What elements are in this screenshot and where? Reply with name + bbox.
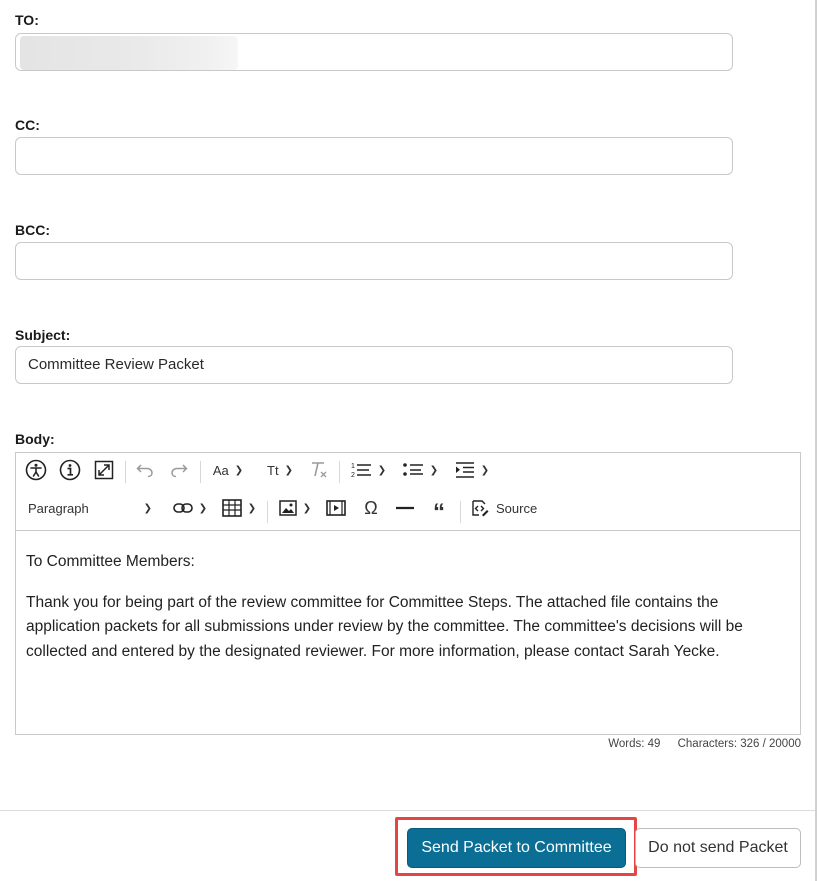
image-icon	[279, 500, 297, 516]
quote-icon: “	[433, 499, 445, 526]
to-field[interactable]	[15, 33, 733, 71]
numbered-list-icon: 12	[351, 463, 371, 479]
editor-toolbar: Aa ❯ Tt ❯ 12 ❯ ❯ ❯ Paragraph ❯ ❯ ❯ ❯ Ω “…	[16, 453, 800, 531]
editor-paragraph: Thank you for being part of the review c…	[26, 593, 743, 660]
chevron-down-icon: ❯	[284, 464, 293, 476]
svg-text:2: 2	[351, 472, 355, 479]
redo-icon	[171, 464, 188, 478]
heading-select-value: Paragraph	[28, 500, 89, 516]
chevron-down-icon: ❯	[247, 502, 257, 514]
remove-format-icon	[312, 462, 327, 478]
bcc-label: BCC:	[15, 222, 50, 238]
subject-label: Subject:	[15, 327, 71, 343]
media-embed-icon	[326, 500, 346, 516]
omega-icon: Ω	[364, 497, 378, 518]
undo-icon	[136, 464, 153, 478]
special-characters-button[interactable]: Ω	[358, 493, 384, 523]
editor-paragraph: To Committee Members:	[26, 553, 195, 570]
redo-button[interactable]	[166, 455, 192, 485]
chevron-down-icon: ❯	[480, 464, 490, 476]
bcc-field[interactable]	[15, 242, 733, 280]
rich-text-editor: Aa ❯ Tt ❯ 12 ❯ ❯ ❯ Paragraph ❯ ❯ ❯ ❯ Ω “…	[15, 452, 801, 735]
chevron-down-icon: ❯	[143, 502, 152, 514]
block-quote-button[interactable]: “	[426, 493, 452, 526]
toolbar-separator	[339, 461, 340, 483]
chevron-down-icon: ❯	[377, 464, 387, 476]
remove-format-button[interactable]	[306, 455, 332, 485]
chevron-down-icon: ❯	[302, 502, 312, 514]
link-dropdown[interactable]: ❯	[170, 493, 210, 523]
maximize-icon	[94, 460, 114, 480]
do-not-send-button[interactable]: Do not send Packet	[635, 828, 801, 868]
text-transform-label: Tt	[267, 462, 279, 478]
font-size-label: Aa	[212, 462, 229, 478]
svg-text:1: 1	[351, 463, 355, 470]
toolbar-separator	[460, 501, 461, 523]
toolbar-row-1: Aa ❯ Tt ❯ 12 ❯ ❯ ❯	[16, 455, 800, 493]
table-icon	[221, 499, 242, 517]
indent-icon	[455, 462, 474, 478]
text-transform-dropdown[interactable]: Tt ❯	[260, 455, 300, 485]
send-packet-button[interactable]: Send Packet to Committee	[407, 828, 626, 868]
chevron-down-icon: ❯	[429, 464, 439, 476]
editor-content[interactable]: To Committee Members: Thank you for bein…	[16, 531, 800, 734]
image-dropdown[interactable]: ❯	[274, 493, 316, 523]
source-button[interactable]: Source	[470, 493, 544, 523]
maximize-button[interactable]	[90, 455, 118, 485]
source-label: Source	[496, 500, 538, 516]
chevron-down-icon: ❯	[198, 502, 208, 514]
info-icon	[59, 459, 81, 481]
body-label: Body:	[15, 431, 55, 447]
character-count: Characters: 326 / 20000	[677, 738, 801, 750]
accessibility-icon	[25, 459, 47, 481]
toolbar-row-2: Paragraph ❯ ❯ ❯ ❯ Ω “ Source	[16, 493, 800, 531]
toolbar-separator	[200, 461, 201, 483]
bulleted-list-icon	[402, 463, 423, 476]
redacted-recipient	[20, 36, 238, 70]
horizontal-line-button[interactable]	[392, 493, 418, 523]
chevron-down-icon: ❯	[234, 464, 244, 476]
indent-dropdown[interactable]: ❯	[450, 455, 494, 485]
word-count: Words: 49	[608, 738, 661, 750]
toolbar-separator	[125, 461, 126, 483]
subject-field[interactable]: Committee Review Packet	[15, 346, 733, 384]
cc-label: CC:	[15, 117, 40, 133]
toolbar-separator	[267, 501, 268, 523]
word-character-counter: Words: 49 Characters: 326 / 20000	[594, 738, 801, 750]
numbered-list-dropdown[interactable]: 12 ❯	[346, 455, 390, 485]
undo-button[interactable]	[132, 455, 158, 485]
to-label: TO:	[15, 12, 39, 28]
cc-field[interactable]	[15, 137, 733, 175]
link-icon	[172, 503, 193, 513]
info-button[interactable]	[56, 455, 84, 485]
font-size-dropdown[interactable]: Aa ❯	[208, 455, 248, 485]
heading-select[interactable]: Paragraph ❯	[24, 493, 156, 523]
source-icon	[472, 500, 489, 517]
table-dropdown[interactable]: ❯	[218, 493, 260, 523]
bulleted-list-dropdown[interactable]: ❯	[398, 455, 442, 485]
accessibility-button[interactable]	[22, 455, 50, 485]
horizontal-line-icon	[396, 506, 414, 510]
media-button[interactable]	[323, 493, 349, 523]
footer-divider	[0, 810, 815, 811]
